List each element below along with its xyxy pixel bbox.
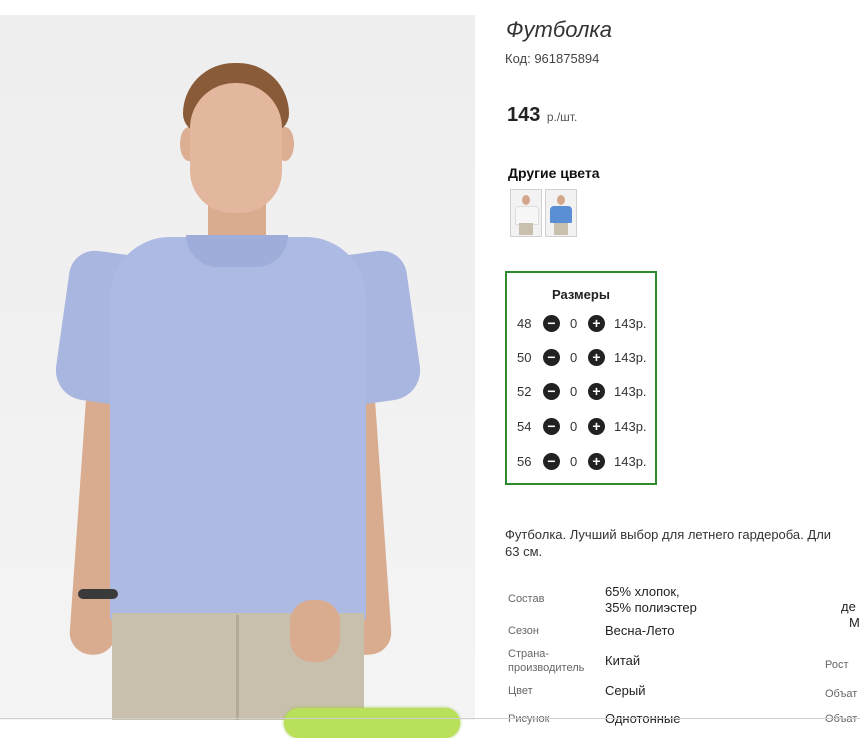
spec-volume-label-2: Объат [825, 713, 858, 725]
size-price: 143р. [614, 384, 647, 399]
description-line-2: 63 см. [505, 544, 543, 559]
swatch-pants [519, 223, 533, 235]
color-swatch-white[interactable] [510, 189, 542, 237]
size-row-48: 48 − 0 + 143р. [507, 314, 659, 334]
sizes-title: Размеры [552, 287, 610, 302]
decrease-quantity-button[interactable]: − [543, 383, 560, 400]
spec-height-label: Рост [825, 659, 849, 671]
decrease-quantity-button[interactable]: − [543, 453, 560, 470]
size-price: 143р. [614, 350, 647, 365]
size-price: 143р. [614, 454, 647, 469]
size-number: 48 [517, 316, 532, 331]
spec-season-label: Сезон [508, 625, 539, 637]
swatch-head [557, 195, 565, 205]
swatch-pants [554, 223, 568, 235]
size-price: 143р. [614, 419, 647, 434]
spec-right-cut-2: М [849, 615, 860, 630]
swatch-head [522, 195, 530, 205]
size-row-54: 54 − 0 + 143р. [507, 417, 659, 437]
pants-seam [236, 615, 239, 720]
spec-composition-value-1: 65% хлопок, [605, 584, 680, 599]
increase-quantity-button[interactable]: + [588, 349, 605, 366]
price-value: 143 [507, 104, 541, 126]
add-to-cart-button[interactable] [284, 708, 460, 738]
increase-quantity-button[interactable]: + [588, 315, 605, 332]
spec-pattern-label: Рисунок [508, 713, 550, 725]
spec-country-value: Китай [605, 653, 641, 668]
size-row-52: 52 − 0 + 143р. [507, 382, 659, 402]
size-number: 50 [517, 350, 532, 365]
swatch-shirt [550, 206, 572, 223]
spec-country-label-1: Страна- [508, 648, 550, 660]
price-unit: р./шт. [546, 110, 578, 124]
size-row-56: 56 − 0 + 143р. [507, 452, 659, 472]
spec-composition-label: Состав [508, 593, 545, 605]
product-code: Код: 961875894 [505, 51, 600, 66]
increase-quantity-button[interactable]: + [588, 453, 605, 470]
size-number: 56 [517, 454, 532, 469]
product-photo[interactable] [0, 15, 475, 720]
decrease-quantity-button[interactable]: − [543, 349, 560, 366]
size-row-50: 50 − 0 + 143р. [507, 348, 659, 368]
spec-composition-value-2: 35% полиэстер [605, 600, 697, 615]
increase-quantity-button[interactable]: + [588, 383, 605, 400]
spec-color-value: Серый [605, 683, 646, 698]
size-quantity: 0 [570, 350, 578, 365]
size-quantity: 0 [570, 419, 578, 434]
spec-color-label: Цвет [508, 685, 533, 697]
model-bracelet [78, 589, 118, 599]
description-line-1: Футболка. Лучший выбор для летнего гарде… [505, 527, 832, 542]
spec-country-label-2: производитель [508, 662, 585, 674]
product-price: 143 р./шт. [507, 104, 577, 127]
bottom-divider [0, 718, 860, 719]
spec-volume-label: Объат [825, 688, 858, 700]
spec-pattern-value: Однотонные [605, 711, 681, 726]
color-swatch-blue[interactable] [545, 189, 577, 237]
size-number: 52 [517, 384, 532, 399]
spec-right-cut-1: де [841, 599, 856, 614]
size-quantity: 0 [570, 384, 578, 399]
product-description: Футболка. Лучший выбор для летнего гарде… [505, 526, 860, 560]
tshirt-collar [186, 235, 288, 267]
increase-quantity-button[interactable]: + [588, 418, 605, 435]
model-right-hand [290, 600, 340, 662]
sizes-panel: Размеры 48 − 0 + 143р. 50 − 0 + 143р. 52… [505, 271, 657, 485]
size-quantity: 0 [570, 316, 578, 331]
product-title: Футболка [506, 17, 612, 42]
decrease-quantity-button[interactable]: − [543, 315, 560, 332]
size-price: 143р. [614, 316, 647, 331]
decrease-quantity-button[interactable]: − [543, 418, 560, 435]
size-number: 54 [517, 419, 532, 434]
model-head [190, 83, 282, 213]
size-quantity: 0 [570, 454, 578, 469]
tshirt-body [110, 237, 366, 622]
spec-season-value: Весна-Лето [605, 623, 675, 638]
other-colors-label: Другие цвета [508, 165, 600, 181]
